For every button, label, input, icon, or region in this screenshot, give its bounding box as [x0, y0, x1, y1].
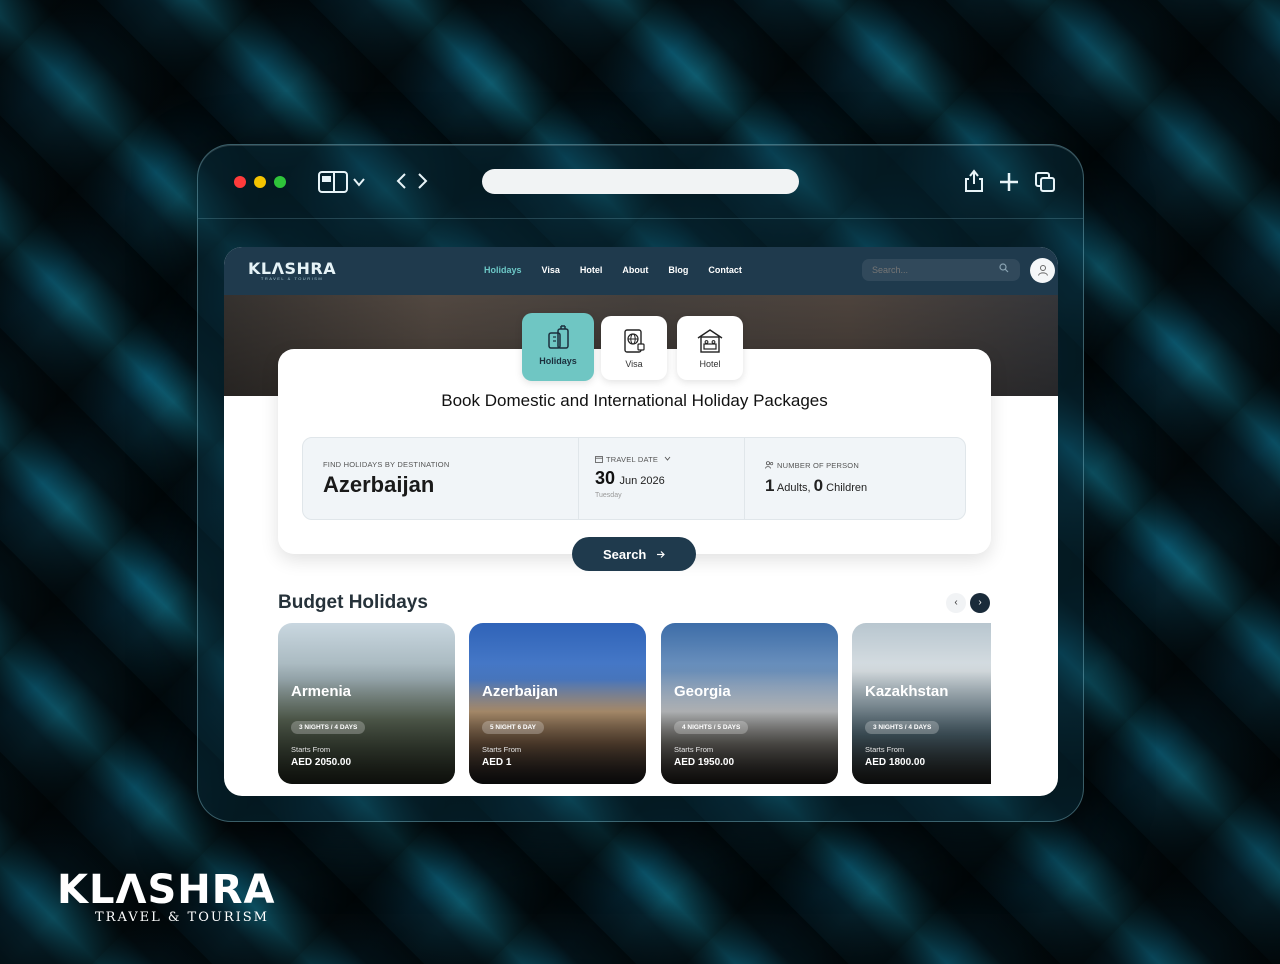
carousel-prev-button[interactable]: ‹ [946, 593, 966, 613]
site-logo[interactable]: KLΛSHRA TRAVEL & TOURISM [248, 259, 336, 281]
destination-card-from-label: Starts From [482, 745, 522, 754]
booking-card: Holidays Visa Hotel Book Domestic and In… [278, 313, 991, 554]
travel-date-day: 30 [595, 468, 616, 488]
user-avatar[interactable] [1030, 258, 1055, 283]
chevron-right-icon: › [978, 597, 982, 608]
nav-link-visa[interactable]: Visa [542, 265, 560, 275]
destination-card-from-label: Starts From [674, 745, 714, 754]
people-icon [765, 461, 774, 469]
nav-link-blog[interactable]: Blog [668, 265, 688, 275]
destination-card-duration: 5 NIGHT 6 DAY [482, 721, 544, 734]
maximize-window-button[interactable] [274, 176, 286, 188]
destination-card-price: AED 2050.00 [291, 757, 352, 768]
sidebar-toggle-icon[interactable] [318, 171, 348, 197]
travel-date-label: TRAVEL DATE [606, 455, 659, 464]
luggage-icon [548, 325, 569, 349]
browser-window: KLΛSHRA TRAVEL & TOURISM Holidays Visa H… [197, 144, 1084, 822]
site-logo-tagline: TRAVEL & TOURISM [260, 276, 324, 281]
destination-card-price: AED 1800.00 [865, 757, 926, 768]
travel-date-weekday: Tuesday [595, 492, 622, 499]
chevron-down-icon [665, 456, 671, 461]
destination-card-price: AED 1 [482, 757, 512, 768]
brand-tagline: TRAVEL & TOURISM [95, 910, 269, 925]
destination-card-armenia[interactable]: Armenia 3 NIGHTS / 4 DAYS Starts From AE… [278, 623, 455, 784]
adults-count: 1 [765, 476, 775, 495]
travel-date-month: Jun 2026 [619, 475, 665, 487]
nav-link-about[interactable]: About [622, 265, 648, 275]
persons-label: NUMBER OF PERSON [777, 461, 859, 470]
destination-card-duration: 4 NIGHTS / 5 DAYS [674, 721, 749, 734]
destination-card-name: Azerbaijan [482, 683, 558, 700]
destination-label: FIND HOLIDAYS BY DESTINATION [323, 460, 450, 469]
persons-field[interactable]: NUMBER OF PERSON 1 Adults, 0 Children [745, 438, 967, 519]
tab-holidays-label: Holidays [539, 356, 577, 366]
booking-heading: Book Domestic and International Holiday … [441, 391, 828, 410]
close-window-button[interactable] [234, 176, 246, 188]
tabs-overview-icon[interactable] [1034, 171, 1056, 197]
destination-card-duration: 3 NIGHTS / 4 DAYS [291, 721, 366, 734]
forward-arrow-icon[interactable] [416, 171, 430, 195]
brand-name: KLΛSHRA [57, 867, 276, 913]
nav-link-hotel[interactable]: Hotel [580, 265, 603, 275]
destination-card-name: Kazakhstan [865, 683, 949, 700]
destination-card-kazakhstan[interactable]: Kazakhstan 3 NIGHTS / 4 DAYS Starts From… [852, 623, 991, 784]
back-arrow-icon[interactable] [394, 171, 408, 195]
travel-date-value: 30 Jun 2026 [595, 468, 665, 489]
address-bar[interactable] [482, 169, 799, 194]
destination-card-duration: 3 NIGHTS / 4 DAYS [865, 721, 940, 734]
user-icon [1037, 265, 1048, 276]
search-input[interactable] [862, 259, 1020, 281]
budget-holidays-title: Budget Holidays [278, 592, 428, 613]
share-icon[interactable] [964, 169, 984, 197]
budget-holidays-carousel: Armenia 3 NIGHTS / 4 DAYS Starts From AE… [278, 623, 991, 784]
destination-card-from-label: Starts From [865, 745, 905, 754]
children-count: 0 [813, 476, 824, 495]
search-button[interactable]: Search [572, 537, 696, 571]
tab-hotel[interactable]: Hotel [677, 316, 743, 380]
brand-logo: KLΛSHRA TRAVEL & TOURISM [57, 870, 275, 925]
tab-holidays[interactable]: Holidays [522, 313, 594, 381]
destination-card-azerbaijan[interactable]: Azerbaijan 5 NIGHT 6 DAY Starts From AED… [469, 623, 646, 784]
tab-visa-label: Visa [625, 359, 643, 369]
tab-hotel-label: Hotel [699, 359, 721, 369]
site-navbar: KLΛSHRA TRAVEL & TOURISM Holidays Visa H… [224, 247, 1058, 295]
minimize-window-button[interactable] [254, 176, 266, 188]
browser-toolbar [198, 145, 1083, 219]
hotel-icon [697, 329, 723, 353]
passport-icon [624, 329, 645, 353]
nav-menu: Holidays Visa Hotel About Blog Contact [484, 265, 742, 275]
new-tab-icon[interactable] [998, 171, 1020, 197]
arrow-right-icon [657, 550, 665, 558]
destination-card-from-label: Starts From [291, 745, 331, 754]
search-icon[interactable] [999, 263, 1009, 276]
chevron-left-icon: ‹ [954, 597, 958, 608]
chevron-down-icon[interactable] [352, 173, 366, 193]
travel-date-field[interactable]: TRAVEL DATE 30 Jun 2026 Tuesday [579, 438, 745, 519]
calendar-icon [595, 456, 603, 463]
search-button-label: Search [603, 546, 647, 562]
nav-link-holidays[interactable]: Holidays [484, 265, 522, 275]
destination-card-georgia[interactable]: Georgia 4 NIGHTS / 5 DAYS Starts From AE… [661, 623, 838, 784]
search-form: FIND HOLIDAYS BY DESTINATION Azerbaijan … [302, 437, 966, 520]
nav-link-contact[interactable]: Contact [708, 265, 742, 275]
children-label: Children [826, 482, 868, 494]
adults-label: Adults, [776, 482, 811, 494]
destination-card-price: AED 1950.00 [674, 757, 735, 768]
destination-card-name: Georgia [674, 683, 731, 700]
destination-card-name: Armenia [291, 683, 352, 700]
persons-value: 1 Adults, 0 Children [765, 476, 867, 496]
tab-visa[interactable]: Visa [601, 316, 667, 380]
destination-field[interactable]: FIND HOLIDAYS BY DESTINATION Azerbaijan [303, 438, 579, 519]
travel-date-header: TRAVEL DATE [595, 455, 671, 464]
web-page: KLΛSHRA TRAVEL & TOURISM Holidays Visa H… [224, 247, 1058, 796]
persons-header: NUMBER OF PERSON [765, 461, 859, 470]
destination-value: Azerbaijan [323, 472, 435, 497]
carousel-next-button[interactable]: › [970, 593, 990, 613]
